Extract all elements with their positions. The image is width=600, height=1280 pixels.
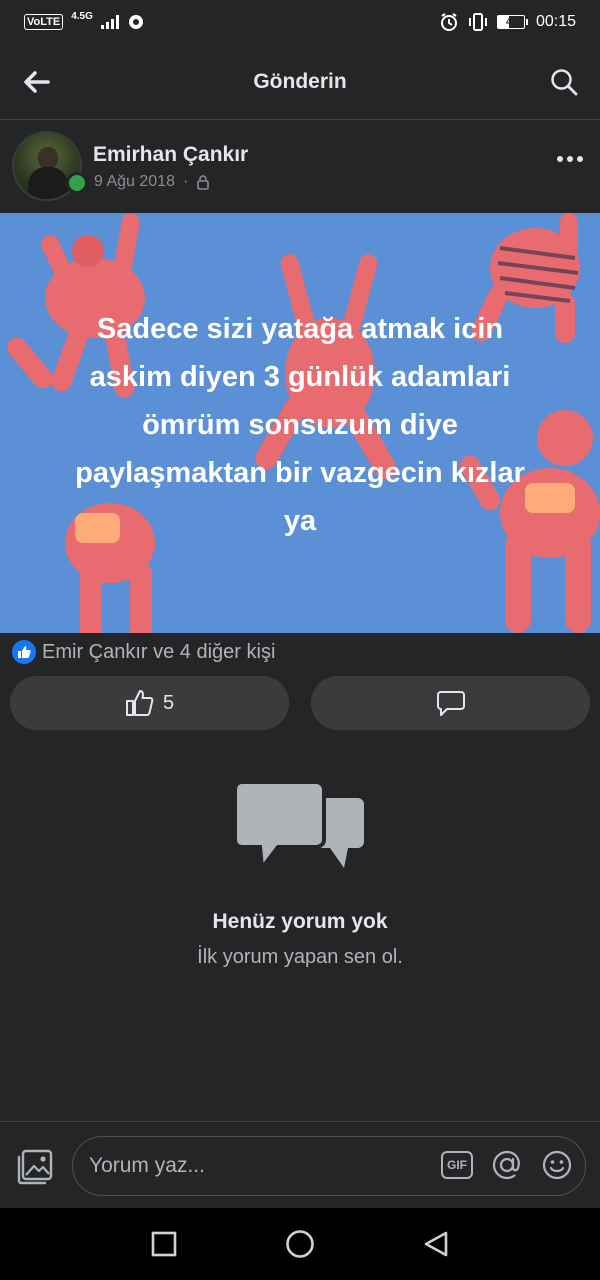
comment-icon [436, 691, 465, 716]
app-header: Gönderin [0, 44, 600, 120]
circle-icon [286, 1230, 314, 1258]
post-header: Emirhan Çankır 9 Ağu 2018 · [0, 121, 600, 213]
photo-button[interactable] [16, 1148, 54, 1186]
reactions-text: Emir Çankır ve 4 diğer kişi [42, 640, 276, 663]
meta-separator: · [182, 173, 189, 190]
system-nav-bar [0, 1208, 600, 1280]
more-options-button[interactable] [554, 149, 586, 169]
signal-icon [100, 15, 119, 29]
page-title: Gönderin [253, 69, 347, 93]
search-icon [551, 69, 578, 96]
chat-bubbles-icon [234, 780, 364, 870]
action-row: 5 [10, 676, 590, 730]
composer-icons: GIF [441, 1149, 573, 1181]
post-meta: 9 Ağu 2018 · [94, 173, 210, 191]
status-left: VoLTE 4.5G [24, 10, 145, 31]
lock-icon [197, 175, 210, 190]
battery-level: 41 [505, 17, 516, 27]
emoji-icon[interactable] [541, 1149, 573, 1181]
search-button[interactable] [548, 66, 580, 98]
post-text-line: ömrüm sonsuzum diye [142, 409, 458, 441]
back-button[interactable] [20, 66, 52, 98]
network-type: 4.5G [71, 10, 93, 22]
comment-input[interactable] [89, 1154, 419, 1178]
system-back-button[interactable] [418, 1226, 454, 1262]
home-button[interactable] [282, 1226, 318, 1262]
like-count: 5 [162, 691, 175, 714]
vibrate-icon [468, 13, 487, 31]
post-text: Sadece sizi yatağa atmak icin askim diye… [20, 305, 580, 545]
like-badge-icon [12, 640, 36, 664]
back-arrow-icon [24, 71, 50, 93]
triangle-back-icon [424, 1231, 448, 1257]
empty-title: Henüz yorum yok [212, 910, 388, 933]
comment-button[interactable] [311, 676, 590, 730]
empty-subtitle: İlk yorum yapan sen ol. [197, 946, 403, 968]
empty-comments: Henüz yorum yok İlk yorum yapan sen ol. [0, 780, 600, 969]
thumbs-up-icon [125, 690, 154, 716]
alarm-icon [440, 13, 457, 31]
post-text-line: askim diyen 3 günlük adamlari [89, 361, 511, 393]
comment-composer: GIF [0, 1121, 600, 1207]
like-button[interactable]: 5 [10, 676, 289, 730]
comment-input-wrapper: GIF [72, 1136, 586, 1196]
square-icon [151, 1231, 177, 1257]
battery-icon: 41 [496, 15, 528, 29]
gif-button[interactable]: GIF [441, 1151, 473, 1179]
post-date[interactable]: 9 Ağu 2018 [94, 173, 175, 191]
post-text-line: ya [283, 505, 317, 537]
status-time: 00:15 [535, 13, 576, 30]
sync-icon [128, 15, 143, 29]
recents-button[interactable] [146, 1226, 182, 1262]
status-bar: VoLTE 4.5G 41 00:15 [0, 0, 600, 44]
post-image[interactable]: Sadece sizi yatağa atmak icin askim diye… [0, 213, 600, 633]
at-icon[interactable] [491, 1149, 523, 1181]
volte-badge: VoLTE [24, 14, 64, 30]
photo-icon [17, 1149, 53, 1185]
online-status-dot [66, 172, 88, 194]
reactions-summary[interactable]: Emir Çankır ve 4 diğer kişi [12, 638, 275, 666]
screen: VoLTE 4.5G 41 00:15 Gönderin Emirhan Çan… [0, 0, 600, 1280]
status-right: 41 00:15 [439, 12, 576, 32]
post-text-line: paylaşmaktan bir vazgecin kızlar [75, 457, 525, 489]
author-name[interactable]: Emirhan Çankır [93, 143, 248, 167]
post-text-line: Sadece sizi yatağa atmak icin [96, 313, 504, 345]
